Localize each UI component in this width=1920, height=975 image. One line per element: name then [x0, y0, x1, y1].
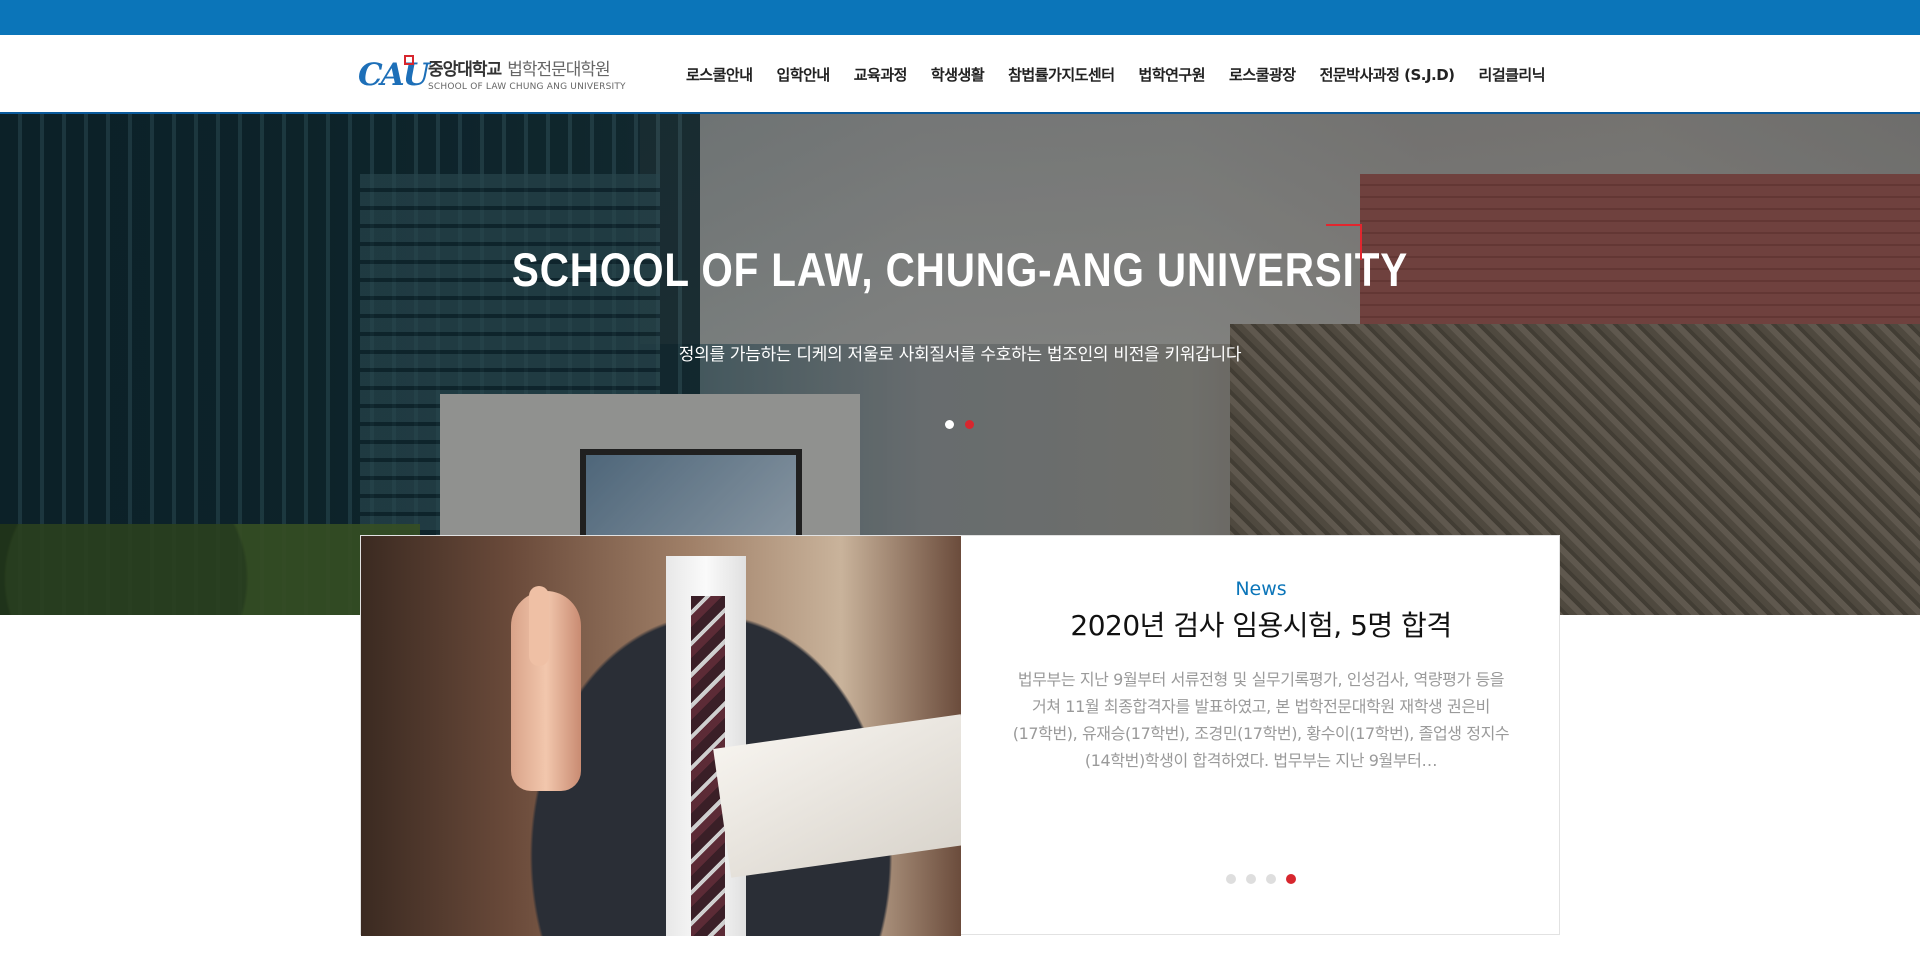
- hero-title: SCHOOL OF LAW, CHUNG-ANG UNIVERSITY: [511, 243, 1409, 296]
- hero-subtitle: 정의를 가늠하는 디케의 저울로 사회질서를 수호하는 법조인의 비전을 키워갑…: [678, 345, 1242, 365]
- news-body: 법무부는 지난 9월부터 서류전형 및 실무기록평가, 인성검사, 역량평가 등…: [1012, 670, 1510, 770]
- news-title[interactable]: 2020년 검사 임용시험, 5명 합격: [961, 604, 1561, 644]
- news-slide-dot-2[interactable]: [1246, 874, 1256, 884]
- nav-item-law-school-plaza[interactable]: 로스쿨광장: [1229, 64, 1296, 85]
- news-slide-dot-1[interactable]: [1226, 874, 1236, 884]
- nav-item-guidance-center[interactable]: 참법률가지도센터: [1008, 64, 1115, 85]
- top-accent-bar: [0, 0, 1920, 35]
- photo-finger: [529, 586, 549, 666]
- news-card[interactable]: News 2020년 검사 임용시험, 5명 합격 법무부는 지난 9월부터 서…: [360, 535, 1561, 936]
- news-content: News 2020년 검사 임용시험, 5명 합격 법무부는 지난 9월부터 서…: [961, 536, 1561, 936]
- news-slide-dot-3[interactable]: [1266, 874, 1276, 884]
- site-header: CAU 중앙대학교 법학전문대학원 SCHOOL OF LAW CHUNG ANG…: [0, 35, 1920, 114]
- university-logo[interactable]: CAU 중앙대학교 법학전문대학원 SCHOOL OF LAW CHUNG ANG…: [358, 55, 628, 95]
- hero-corner-accent-icon: [1326, 224, 1362, 260]
- news-photo-lawyer: [361, 536, 961, 936]
- logo-text: 중앙대학교 법학전문대학원 SCHOOL OF LAW CHUNG ANG UNI…: [428, 55, 626, 92]
- cau-logo-mark: CAU: [358, 57, 430, 93]
- hero-slide-dot-2[interactable]: [965, 420, 974, 429]
- logo-school-name: 법학전문대학원: [507, 60, 610, 80]
- nav-item-sjd-program[interactable]: 전문박사과정 (S.J.D): [1320, 64, 1455, 85]
- news-label: News: [1235, 578, 1287, 600]
- hero-slide-dot-1[interactable]: [945, 420, 954, 429]
- nav-item-legal-clinic[interactable]: 리걸클리닉: [1479, 64, 1546, 85]
- nav-item-student-life[interactable]: 학생생활: [931, 64, 985, 85]
- nav-item-admissions[interactable]: 입학안내: [777, 64, 831, 85]
- nav-item-curriculum[interactable]: 교육과정: [854, 64, 908, 85]
- logo-name-en: SCHOOL OF LAW CHUNG ANG UNIVERSITY: [428, 82, 626, 92]
- news-slide-dot-4[interactable]: [1286, 874, 1296, 884]
- nav-item-research-institute[interactable]: 법학연구원: [1139, 64, 1206, 85]
- logo-red-square-icon: [404, 55, 414, 65]
- logo-university-name: 중앙대학교: [428, 60, 502, 80]
- main-nav: 로스쿨안내 입학안내 교육과정 학생생활 참법률가지도센터 법학연구원 로스쿨광…: [686, 64, 1546, 85]
- news-slider-dots: [1226, 874, 1306, 884]
- logo-name-ko: 중앙대학교 법학전문대학원: [428, 55, 626, 80]
- hero-slider-dots: [945, 420, 985, 429]
- nav-item-law-school-info[interactable]: 로스쿨안내: [686, 64, 753, 85]
